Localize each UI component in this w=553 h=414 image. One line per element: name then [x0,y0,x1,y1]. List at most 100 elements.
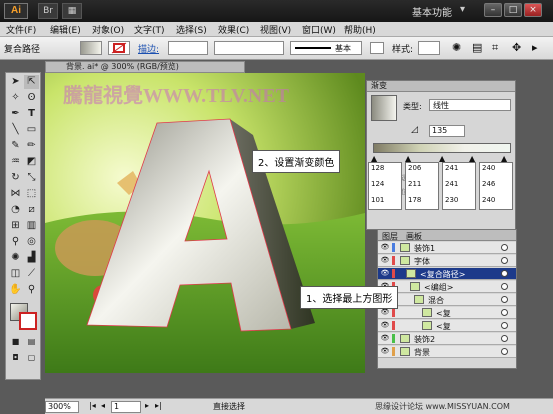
recolor-icon[interactable]: ✺ [452,41,466,55]
visibility-eye-icon[interactable]: 👁 [380,321,390,330]
page-field[interactable]: 1 [111,401,141,413]
lasso-icon[interactable]: ʘ [24,91,39,105]
zoom-tool-icon[interactable]: ⚲ [24,283,39,297]
stop-card-3[interactable]: 241 241 230 [442,162,476,210]
tab-artboards[interactable]: 画板 [406,231,422,242]
symbol-sprayer-icon[interactable]: ✺ [8,251,23,265]
layer-row[interactable]: 👁 <复 [378,320,516,332]
fill-swatch[interactable] [80,41,102,55]
menu-file[interactable]: 文件(F) [6,23,36,36]
visibility-eye-icon[interactable]: 👁 [380,334,390,343]
paintbrush-icon[interactable]: ✎ [8,139,23,153]
layer-row[interactable]: 👁 <复 [378,307,516,319]
layer-row[interactable]: 👁混合 [378,294,516,306]
stop-card-2[interactable]: 206 211 178 [405,162,439,210]
stroke-label[interactable]: 描边: [138,42,159,55]
gradient-slider[interactable] [373,143,511,153]
type-tool-icon[interactable]: T [24,107,39,121]
layer-target-icon[interactable] [501,348,508,355]
chevron-down-icon[interactable]: ▾ [460,4,474,18]
eyedropper-icon[interactable]: ⚲ [8,235,23,249]
first-page-icon[interactable]: |◂ [89,401,96,410]
maximize-button[interactable]: □ [504,3,522,17]
menu-effect[interactable]: 效果(C) [218,23,249,36]
graph-tool-icon[interactable]: ▟ [24,251,39,265]
menu-help[interactable]: 帮助(H) [344,23,376,36]
slice-tool-icon[interactable]: ⟋ [24,267,39,281]
close-button[interactable]: × [524,3,542,17]
layer-target-icon[interactable] [501,283,508,290]
line-tool-icon[interactable]: ╲ [8,123,23,137]
stroke-swatch[interactable] [108,41,130,55]
menu-window[interactable]: 窗口(W) [302,23,336,36]
angle-field[interactable]: 135 [429,125,465,137]
visibility-eye-icon[interactable]: 👁 [380,308,390,317]
magic-wand-icon[interactable]: ✧ [8,91,23,105]
blend-tool-icon[interactable]: ◎ [24,235,39,249]
layer-row[interactable]: 👁 背景 [378,346,516,358]
layer-row[interactable]: 👁 字体 [378,255,516,267]
layer-row[interactable]: 👁 装饰1 [378,242,516,254]
variable-width-dropdown[interactable] [214,41,284,55]
scale-tool-icon[interactable]: ⤡ [24,171,39,185]
color-mode-icon[interactable]: ■ [8,335,23,349]
layer-target-icon[interactable] [501,244,508,251]
align-icon[interactable]: ▤ [472,41,486,55]
pen-tool-icon[interactable]: ✒ [8,107,23,121]
free-transform-icon[interactable]: ⬚ [24,187,39,201]
rectangle-tool-icon[interactable]: ▭ [24,123,39,137]
stop-card-1[interactable]: 128 124 101 [368,162,402,210]
gradient-tool-icon[interactable]: ▥ [24,219,39,233]
document-tab[interactable]: 背景. ai* @ 300% (RGB/预览) [45,61,245,73]
gradient-preview[interactable] [371,95,397,121]
layer-row[interactable]: 👁 <复合路径> [378,268,516,280]
perspective-grid-icon[interactable]: ⧄ [24,203,39,217]
visibility-eye-icon[interactable]: 👁 [380,256,390,265]
layer-target-icon[interactable] [501,335,508,342]
hand-tool-icon[interactable]: ✋ [8,283,23,297]
artboard-canvas[interactable]: 騰龍視覺WWW.TLV.NET [45,73,365,373]
direct-selection-tool-icon[interactable]: ⇱ [24,75,39,89]
menu-select[interactable]: 选择(S) [176,23,207,36]
menu-edit[interactable]: 编辑(E) [50,23,81,36]
workspace-switcher[interactable]: 基本功能 [412,4,452,19]
layer-target-icon[interactable] [501,270,508,277]
next-page-icon[interactable]: ▸ [145,401,149,410]
mesh-tool-icon[interactable]: ⊞ [8,219,23,233]
brush-definition-dropdown[interactable]: 基本 [290,41,362,55]
panel-menu-icon[interactable]: ▸ [532,41,546,55]
blob-brush-icon[interactable]: ♒ [8,155,23,169]
shape-builder-icon[interactable]: ◔ [8,203,23,217]
stroke-weight-field[interactable] [168,41,208,55]
layer-target-icon[interactable] [501,257,508,264]
draw-normal-icon[interactable]: ◘ [8,351,23,365]
selection-tool-icon[interactable]: ➤ [8,75,23,89]
layer-row[interactable]: 👁<编组> [378,281,516,293]
menu-object[interactable]: 对象(O) [92,23,124,36]
artboard-tool-icon[interactable]: ◫ [8,267,23,281]
layer-row[interactable]: 👁 装饰2 [378,333,516,345]
menu-type[interactable]: 文字(T) [134,23,165,36]
gradient-type-dropdown[interactable]: 线性 [429,99,511,111]
rotate-tool-icon[interactable]: ↻ [8,171,23,185]
tab-layers[interactable]: 图层 [382,231,398,242]
zoom-field[interactable]: 300% [45,401,79,413]
gradient-panel-tab[interactable]: 渐变 [367,81,515,92]
prev-page-icon[interactable]: ◂ [101,401,105,410]
last-page-icon[interactable]: ▸| [155,401,162,410]
opacity-button[interactable] [370,42,384,54]
layer-target-icon[interactable] [501,296,508,303]
layer-target-icon[interactable] [501,322,508,329]
width-tool-icon[interactable]: ⋈ [8,187,23,201]
isolate-icon[interactable]: ✥ [512,41,526,55]
eraser-icon[interactable]: ◩ [24,155,39,169]
pencil-icon[interactable]: ✏ [24,139,39,153]
transform-icon[interactable]: ⌗ [492,41,506,55]
screen-mode-icon[interactable]: ▢ [24,351,39,365]
graphic-style-swatch[interactable] [418,41,440,55]
visibility-eye-icon[interactable]: 👁 [380,269,390,278]
visibility-eye-icon[interactable]: 👁 [380,347,390,356]
bridge-icon[interactable]: Br [38,3,58,19]
stroke-color-swatch[interactable] [19,312,37,330]
layer-target-icon[interactable] [501,309,508,316]
